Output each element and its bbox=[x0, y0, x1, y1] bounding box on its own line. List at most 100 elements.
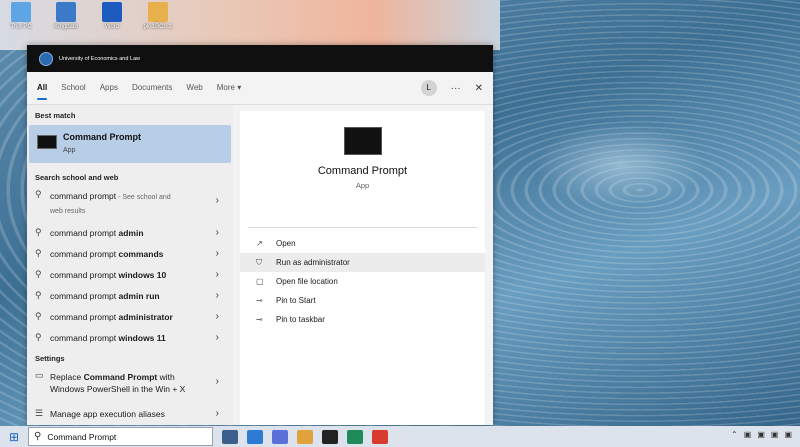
desktop-icon-this-pc[interactable]: This PC bbox=[1, 2, 41, 30]
list-icon: ☰ bbox=[35, 408, 44, 418]
tray-app-icon[interactable]: ▣ bbox=[744, 430, 752, 439]
result-suffix: admin bbox=[118, 227, 144, 238]
search-icon: ⚲ bbox=[35, 189, 42, 199]
settings-item-replace[interactable]: ▭ Replace Command Prompt with Windows Pow… bbox=[27, 368, 233, 403]
action-label: Open bbox=[276, 239, 296, 248]
result-suffix: administrator bbox=[118, 311, 173, 322]
web-result-item[interactable]: ⚲ command prompt windows 10 › bbox=[27, 264, 233, 285]
desktop-icon-kingbato[interactable]: Kingbato bbox=[46, 2, 86, 30]
action-pin-to-start[interactable]: ⊸ Pin to Start bbox=[240, 291, 485, 310]
tab-all[interactable]: All bbox=[37, 72, 48, 104]
org-header: University of Economics and Law bbox=[27, 45, 493, 72]
action-open[interactable]: ↗ Open bbox=[240, 234, 485, 253]
edge-icon[interactable] bbox=[347, 429, 363, 444]
action-run-as-admin[interactable]: ⛉ Run as administrator bbox=[240, 253, 485, 272]
web-result-item[interactable]: ⚲ command prompt - See school and web re… bbox=[27, 187, 233, 222]
action-label: Pin to Start bbox=[276, 296, 316, 305]
desktop-icon-word[interactable]: Word bbox=[92, 2, 132, 30]
web-result-item[interactable]: ⚲ command prompt commands › bbox=[27, 243, 233, 264]
system-tray: ⌃ ▣ ▣ ▣ ▣ bbox=[731, 430, 792, 439]
pin-icon: ⊸ bbox=[256, 296, 263, 305]
settings-item-aliases[interactable]: ☰ Manage app execution aliases › bbox=[27, 403, 233, 424]
result-prefix: command prompt bbox=[50, 311, 117, 322]
chevron-right-icon: › bbox=[215, 195, 219, 206]
action-pin-to-taskbar[interactable]: ⊸ Pin to taskbar bbox=[240, 310, 485, 329]
tab-more[interactable]: More ▾ bbox=[217, 72, 241, 104]
start-search-panel: University of Economics and Law All Scho… bbox=[27, 45, 493, 425]
search-icon: ⚲ bbox=[34, 431, 42, 442]
tray-app-icon[interactable]: ▣ bbox=[771, 430, 779, 439]
monitor-icon: ▭ bbox=[35, 370, 44, 380]
web-result-item[interactable]: ⚲ command prompt admin run › bbox=[27, 285, 233, 306]
detail-subtitle: App bbox=[355, 181, 370, 190]
app-icon bbox=[56, 2, 76, 22]
web-result-item[interactable]: ⚲ command prompt administrator › bbox=[27, 306, 233, 327]
chevron-right-icon: › bbox=[215, 269, 219, 280]
detail-pane: Command Prompt App ↗ Open ⛉ Run as adminis… bbox=[240, 111, 485, 425]
task-view-icon[interactable] bbox=[222, 429, 238, 444]
mail-icon[interactable] bbox=[247, 429, 263, 444]
tab-documents[interactable]: Documents bbox=[132, 72, 172, 104]
web-result-query: command prompt bbox=[50, 191, 117, 201]
more-options-icon[interactable]: ··· bbox=[451, 83, 461, 94]
search-icon: ⚲ bbox=[35, 227, 42, 237]
result-prefix: command prompt bbox=[50, 248, 117, 259]
web-result-item[interactable]: ⚲ command prompt admin › bbox=[27, 222, 233, 243]
folder-icon: ▢ bbox=[256, 277, 264, 286]
chevron-right-icon: › bbox=[215, 311, 219, 322]
setting-text-line2: Windows PowerShell in the Win + X bbox=[50, 384, 186, 394]
org-name: University of Economics and Law bbox=[59, 55, 141, 62]
tray-app-icon[interactable]: ▣ bbox=[784, 430, 792, 439]
chevron-up-icon[interactable]: ⌃ bbox=[731, 430, 738, 439]
tray-app-icon[interactable]: ▣ bbox=[757, 430, 765, 439]
settings-heading: Settings bbox=[35, 354, 65, 363]
action-label: Pin to taskbar bbox=[276, 315, 325, 324]
result-prefix: command prompt bbox=[50, 290, 117, 301]
chevron-right-icon: › bbox=[215, 248, 219, 259]
university-logo-icon bbox=[39, 51, 53, 66]
tab-school[interactable]: School bbox=[61, 72, 85, 104]
detail-name: Command Prompt bbox=[317, 165, 408, 177]
desktop-icon-label: Kingbato bbox=[54, 24, 78, 30]
result-suffix: admin run bbox=[118, 290, 160, 301]
tab-apps[interactable]: Apps bbox=[100, 72, 118, 104]
desktop-icon-label: Word bbox=[104, 24, 120, 30]
chevron-right-icon: › bbox=[215, 227, 219, 238]
java-icon bbox=[148, 2, 168, 22]
this-pc-icon bbox=[11, 2, 31, 22]
setting-text-b: Command Prompt bbox=[83, 372, 158, 382]
web-section-heading: Search school and web bbox=[35, 173, 119, 182]
results-list: Best match Command Prompt App Search sch… bbox=[27, 105, 233, 425]
command-prompt-large-icon bbox=[343, 127, 382, 155]
search-icon: ⚲ bbox=[35, 248, 42, 258]
best-match-heading: Best match bbox=[35, 111, 76, 120]
file-explorer-icon[interactable] bbox=[297, 429, 313, 444]
taskbar-search-input[interactable]: ⚲ Command Prompt bbox=[28, 427, 213, 446]
notion-icon[interactable] bbox=[322, 429, 338, 444]
close-icon[interactable]: ✕ bbox=[475, 83, 483, 94]
web-result-hint-2: web results bbox=[50, 208, 86, 215]
copilot-icon[interactable] bbox=[272, 429, 288, 444]
avatar[interactable]: L bbox=[420, 80, 437, 96]
open-icon: ↗ bbox=[256, 239, 263, 248]
shield-icon: ⛉ bbox=[256, 257, 262, 267]
action-open-file-location[interactable]: ▢ Open file location bbox=[240, 272, 485, 291]
pin-icon: ⊸ bbox=[256, 315, 263, 324]
search-icon: ⚲ bbox=[35, 290, 42, 300]
result-prefix: command prompt bbox=[50, 227, 117, 238]
chevron-down-icon: ▾ bbox=[237, 83, 242, 92]
result-suffix: commands bbox=[118, 248, 164, 259]
windows-start-icon[interactable]: ⊞ bbox=[0, 430, 28, 444]
result-prefix: command prompt bbox=[50, 269, 117, 280]
setting-text-a: Replace bbox=[50, 372, 84, 382]
web-result-item[interactable]: ⚲ command prompt windows 11 › bbox=[27, 327, 233, 348]
chrome-icon[interactable] bbox=[372, 429, 388, 444]
result-prefix: command prompt bbox=[50, 332, 117, 343]
setting-text-c: with bbox=[157, 372, 175, 382]
word-icon bbox=[102, 2, 122, 22]
desktop-icon-java[interactable]: pk-1BCS.1 bbox=[138, 2, 178, 30]
search-value: Command Prompt bbox=[47, 431, 117, 442]
search-icon: ⚲ bbox=[35, 332, 42, 342]
tab-web[interactable]: Web bbox=[186, 72, 202, 104]
best-match-item[interactable]: Command Prompt App bbox=[29, 125, 231, 163]
